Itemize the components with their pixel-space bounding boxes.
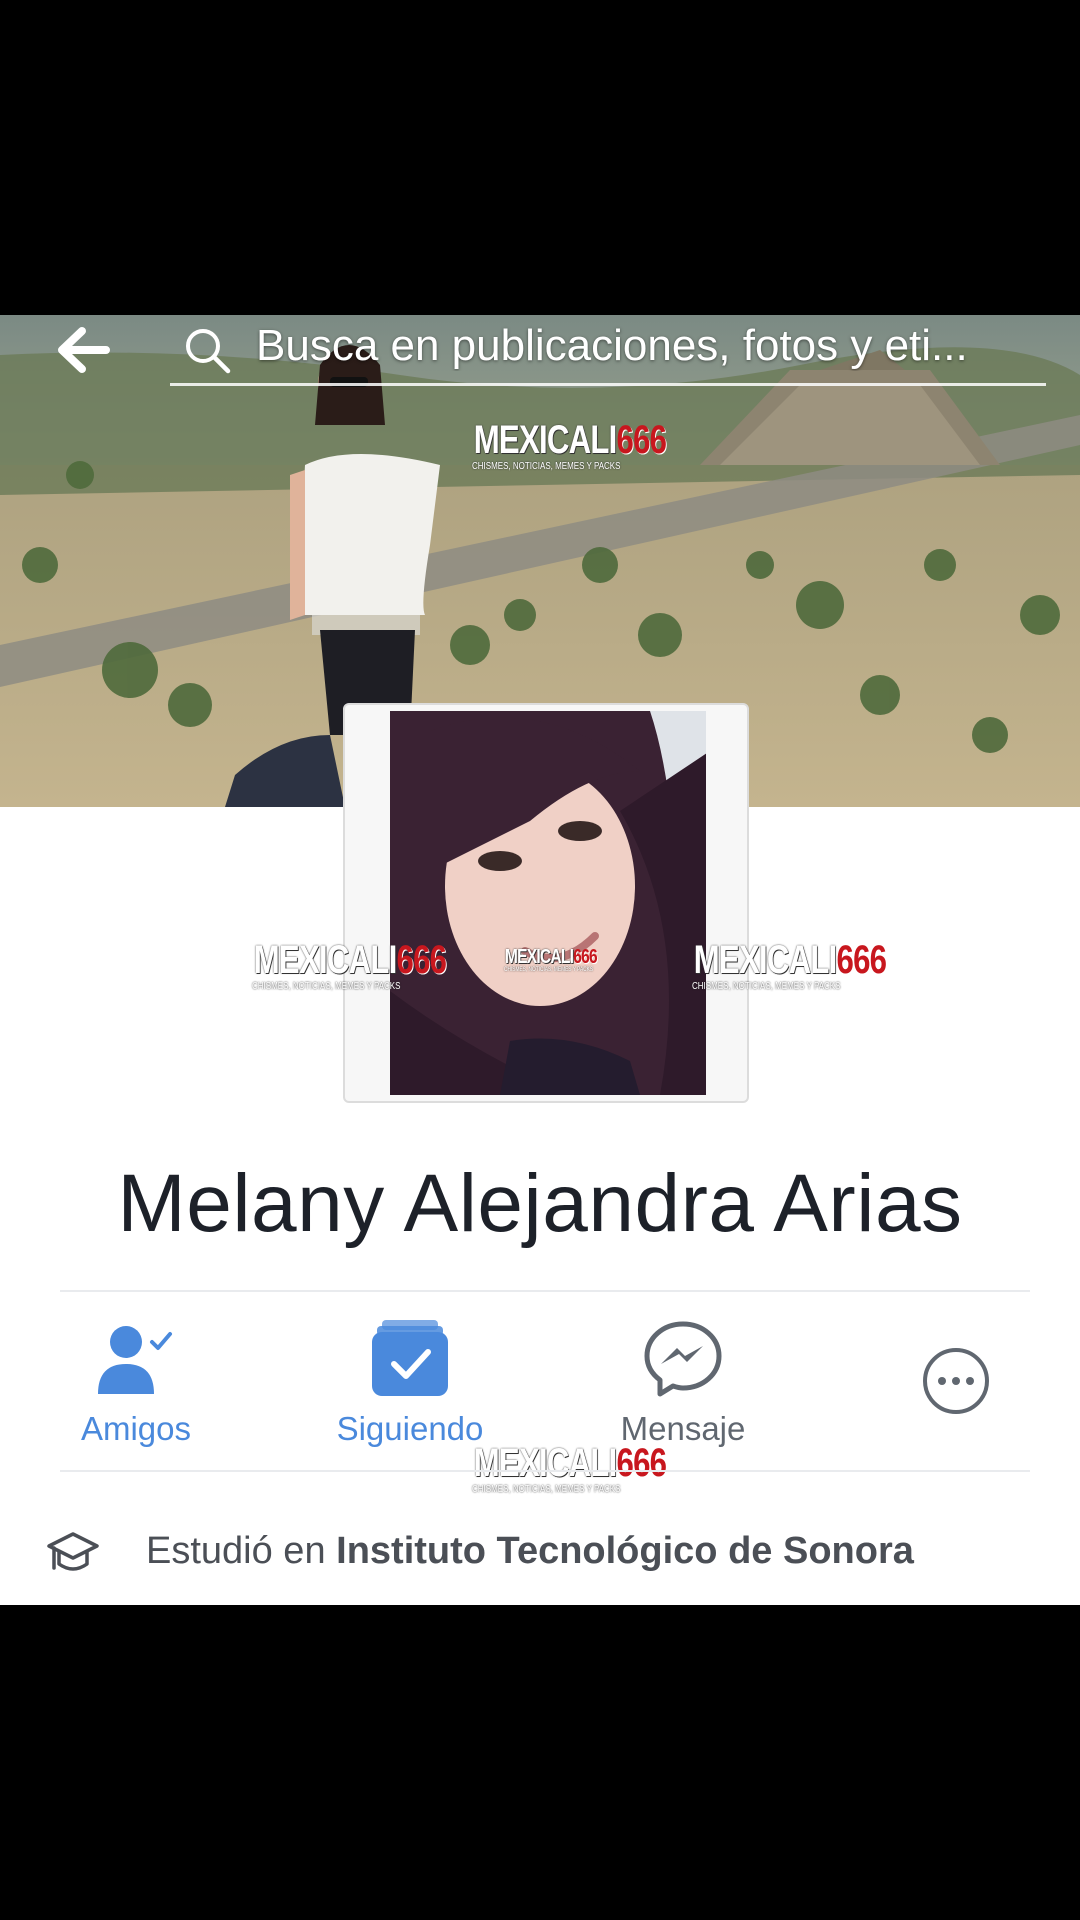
graduation-cap-icon — [47, 1532, 99, 1571]
divider-top — [60, 1290, 1030, 1292]
friends-label: Amigos — [80, 1410, 192, 1447]
profile-photo — [390, 711, 706, 1095]
education-text: Estudió en Instituto Tecnológico de Sono… — [146, 1530, 914, 1573]
more-icon — [923, 1348, 989, 1414]
search-input[interactable]: Busca en publicaciones, fotos y eti... — [170, 315, 1046, 386]
profile-page: MEXICALI666 CHISMES, NOTICIAS, MEMES Y P… — [0, 315, 1080, 1605]
education-school[interactable]: Instituto Tecnológico de Sonora — [336, 1530, 914, 1572]
following-check-icon — [372, 1320, 448, 1396]
profile-picture[interactable] — [343, 703, 749, 1103]
friends-check-icon — [98, 1326, 172, 1394]
top-bar: Busca en publicaciones, fotos y eti... — [0, 315, 1080, 387]
divider-bottom — [60, 1470, 1030, 1472]
profile-watermark-left: MEXICALI666 CHISMES, NOTICIAS, MEMES Y P… — [252, 938, 447, 992]
search-placeholder: Busca en publicaciones, fotos y eti... — [256, 321, 968, 370]
more-button[interactable] — [846, 1310, 1066, 1460]
back-button[interactable] — [52, 319, 116, 381]
cover-watermark: MEXICALI666 CHISMES, NOTICIAS, MEMES Y P… — [472, 418, 667, 472]
actions-watermark: MEXICALI666 CHISMES, NOTICIAS, MEMES Y P… — [472, 1441, 667, 1495]
profile-actions: Amigos Siguiendo Mensaje — [0, 1310, 1080, 1460]
profile-watermark-center: MEXICALI666 CHISMES, NOTICIAS, MEMES Y P… — [504, 946, 598, 973]
back-arrow-icon — [58, 327, 110, 373]
following-button[interactable]: Siguiendo — [300, 1310, 520, 1460]
search-icon — [186, 329, 231, 374]
profile-name: Melany Alejandra Arias — [117, 1158, 963, 1249]
profile-watermark-right: MEXICALI666 CHISMES, NOTICIAS, MEMES Y P… — [692, 938, 887, 992]
profile-photo-image — [390, 711, 706, 1095]
friends-button[interactable]: Amigos — [26, 1310, 246, 1460]
messenger-icon — [644, 1321, 722, 1397]
education-row[interactable]: Estudió en Instituto Tecnológico de Sono… — [0, 1518, 1080, 1588]
message-button[interactable]: Mensaje — [573, 1310, 793, 1460]
screen: MEXICALI666 CHISMES, NOTICIAS, MEMES Y P… — [0, 0, 1080, 1920]
education-prefix: Estudió en — [146, 1530, 337, 1572]
